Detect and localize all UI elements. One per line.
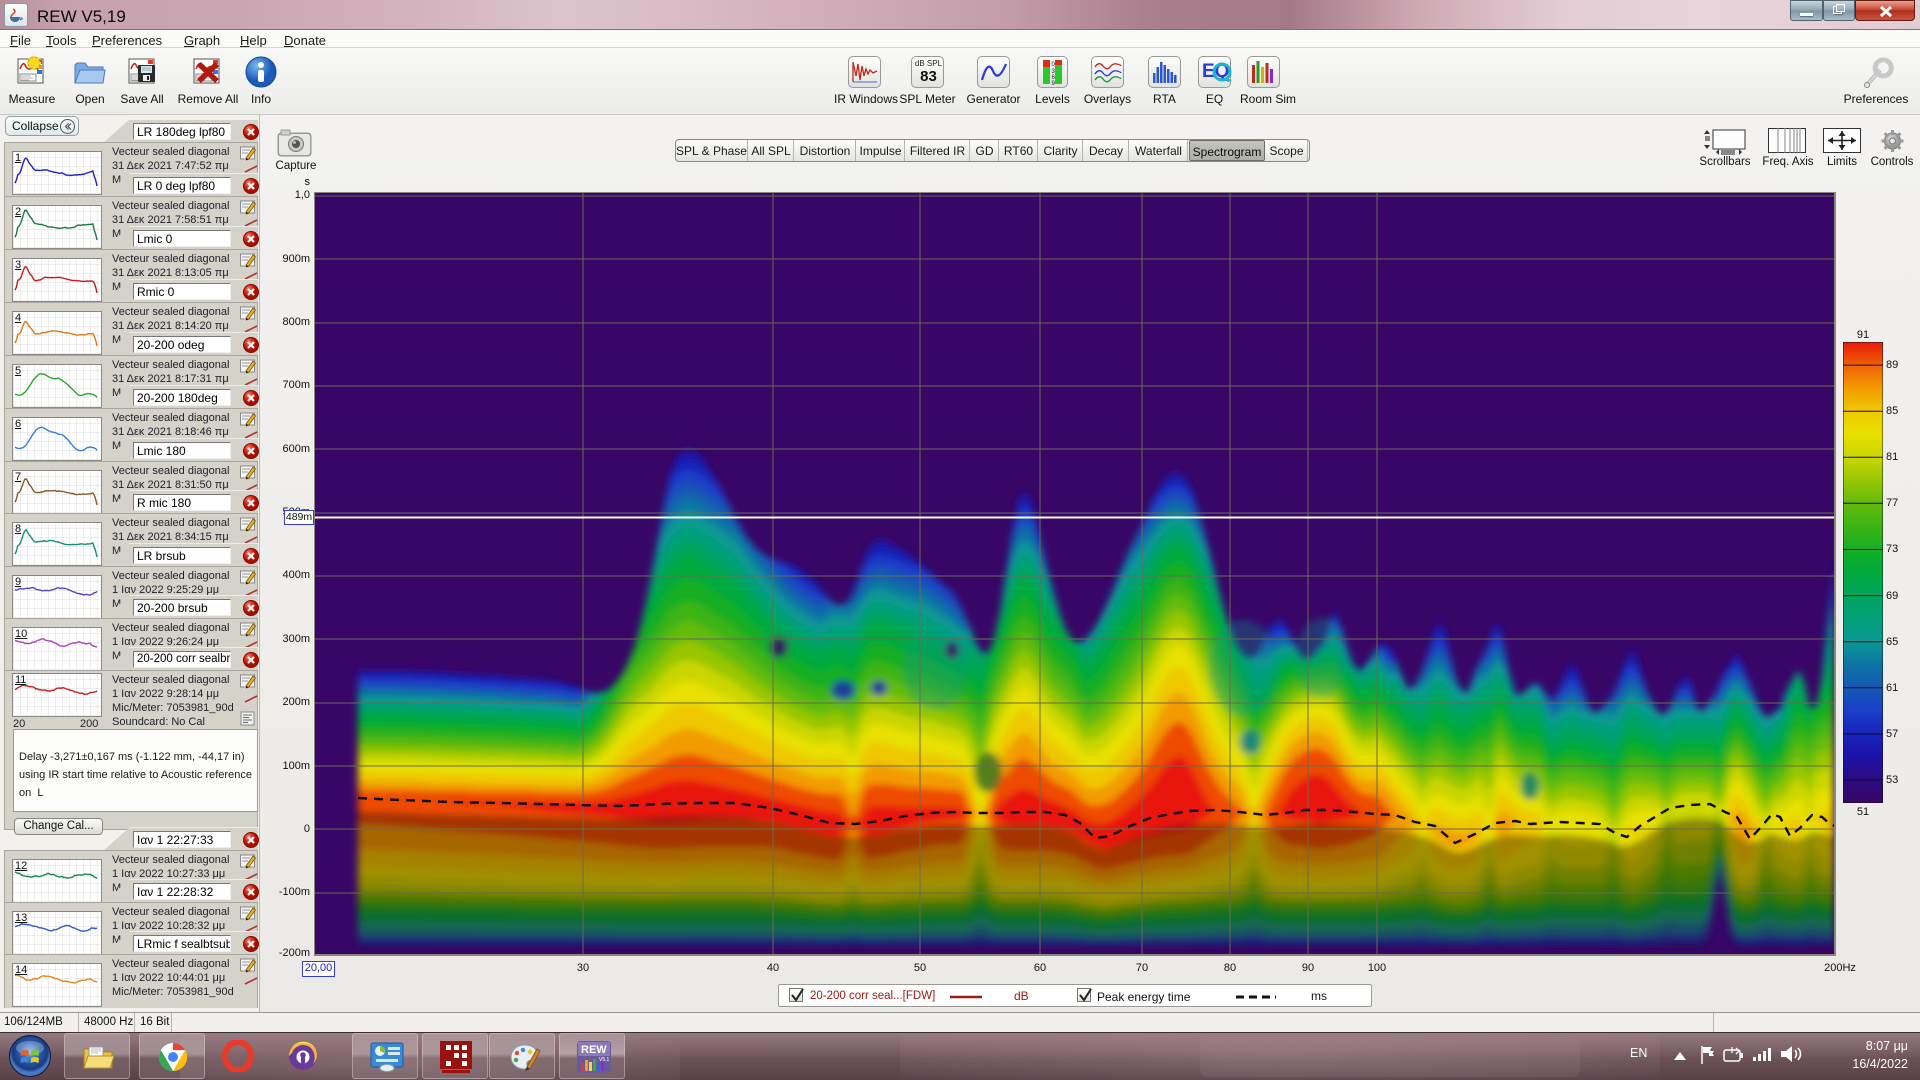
svg-text:0: 0 — [1052, 62, 1056, 68]
svg-text:V5.1: V5.1 — [599, 1057, 610, 1063]
svg-text:REW: REW — [581, 1044, 607, 1056]
svg-text:9: 9 — [1052, 81, 1056, 87]
